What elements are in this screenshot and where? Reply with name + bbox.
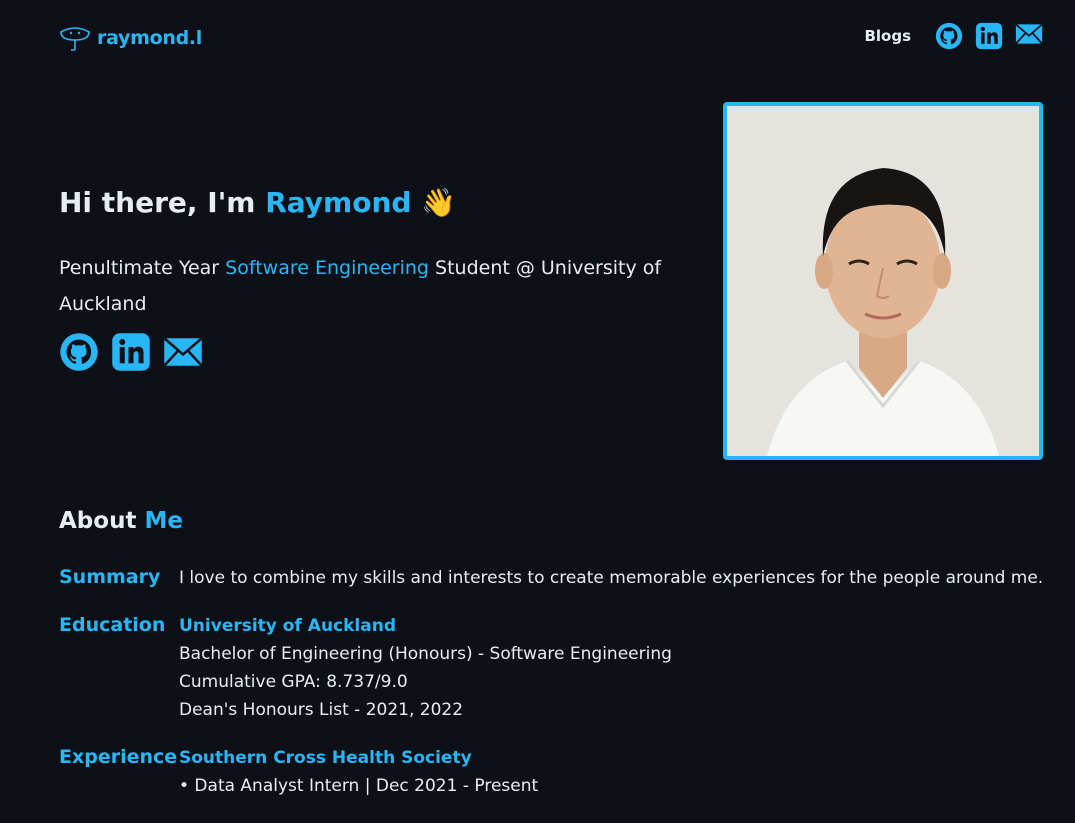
logo-icon (59, 24, 91, 52)
summary-label: Summary (59, 566, 161, 588)
github-icon[interactable] (935, 22, 963, 50)
profile-photo (723, 102, 1043, 460)
hero-social-links (59, 332, 203, 372)
nav-blogs-link[interactable]: Blogs (864, 27, 911, 45)
linkedin-icon[interactable] (111, 332, 151, 372)
hero-sub-prefix: Penultimate Year (59, 257, 220, 279)
hero-title: Hi there, I'm Raymond 👋 (59, 186, 456, 219)
education-honours: Dean's Honours List - 2021, 2022 (179, 700, 464, 720)
home-logo-link[interactable]: raymond.l (59, 24, 202, 52)
education-gpa: Cumulative GPA: 8.737/9.0 (179, 672, 408, 692)
hero-sub-highlight: Software Engineering (225, 257, 429, 279)
linkedin-icon[interactable] (975, 22, 1003, 50)
education-label: Education (59, 614, 166, 636)
experience-org[interactable]: Southern Cross Health Society (179, 744, 1039, 772)
summary-body: I love to combine my skills and interest… (179, 568, 1044, 588)
about-title: About Me (59, 508, 183, 534)
about-title-a: About (59, 508, 137, 534)
email-icon[interactable] (1015, 22, 1043, 50)
education-degree: Bachelor of Engineering (Honours) - Soft… (179, 644, 672, 664)
experience-details: Southern Cross Health Society • Data Ana… (179, 744, 1039, 800)
education-school[interactable]: University of Auckland (179, 612, 1039, 640)
hero-greeting: Hi there, I'm (59, 186, 256, 219)
about-title-b: Me (144, 508, 183, 534)
summary-text: I love to combine my skills and interest… (179, 564, 1044, 592)
hero-subtitle: Penultimate Year Software Engineering St… (59, 250, 669, 322)
education-details: University of Auckland Bachelor of Engin… (179, 612, 1039, 724)
header-nav: Blogs (864, 22, 1043, 50)
site-header: raymond.l Blogs (59, 22, 1043, 56)
experience-label: Experience (59, 746, 178, 768)
experience-role: • Data Analyst Intern | Dec 2021 - Prese… (179, 776, 539, 796)
wave-emoji: 👋 (421, 186, 457, 219)
email-icon[interactable] (163, 332, 203, 372)
hero-name: Raymond (265, 186, 412, 219)
github-icon[interactable] (59, 332, 99, 372)
logo-text: raymond.l (97, 27, 203, 49)
